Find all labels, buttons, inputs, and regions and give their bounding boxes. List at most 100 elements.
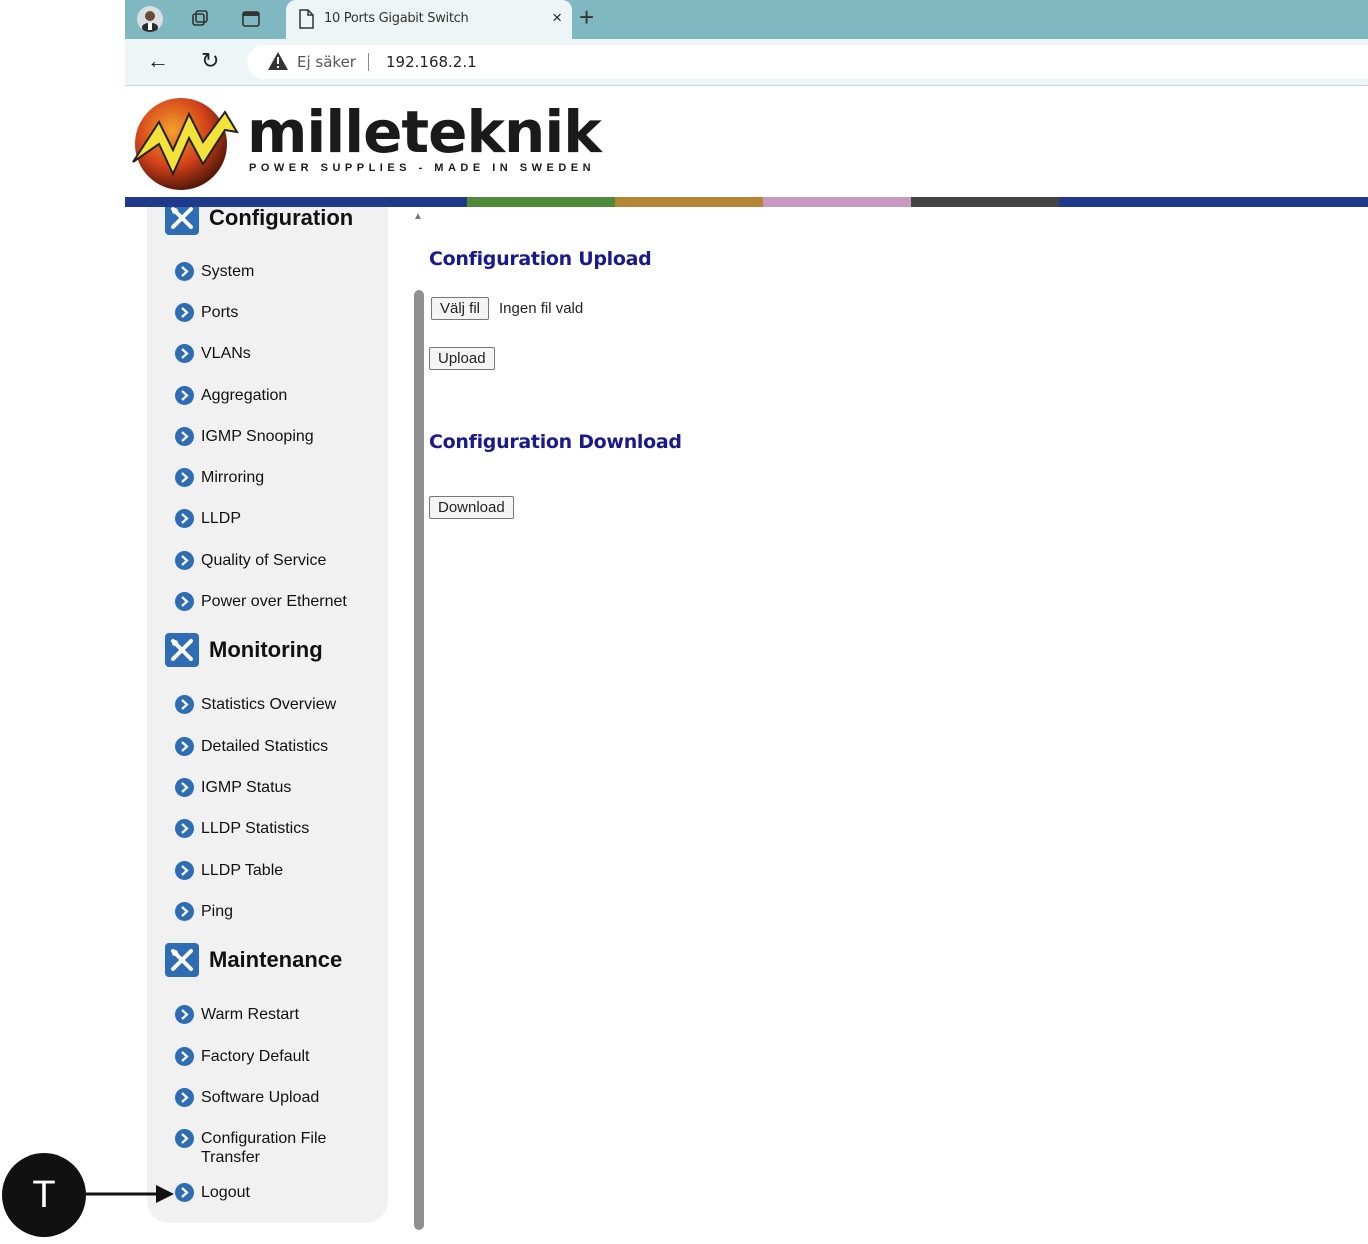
tools-icon xyxy=(165,207,199,235)
chevron-right-icon xyxy=(175,778,194,797)
sidebar-item-label[interactable]: LLDP Table xyxy=(201,861,371,880)
stripe-segment xyxy=(125,197,467,207)
sidebar-item-label[interactable]: Factory Default xyxy=(201,1047,371,1066)
stripe-segment xyxy=(911,197,1059,207)
sidebar-item-system[interactable]: System xyxy=(175,262,371,281)
back-button[interactable]: ← xyxy=(147,48,169,74)
warning-icon[interactable] xyxy=(267,51,289,76)
sidebar-item-label[interactable]: Quality of Service xyxy=(201,551,371,570)
sidebar-item-lldp-statistics[interactable]: LLDP Statistics xyxy=(175,819,371,838)
sidebar-item-ping[interactable]: Ping xyxy=(175,902,371,921)
tab-actions-icon[interactable] xyxy=(238,6,264,32)
address-bar[interactable]: Ej säker 192.168.2.1 xyxy=(247,45,1368,79)
chevron-right-icon xyxy=(175,386,194,405)
sidebar-item-label[interactable]: Statistics Overview xyxy=(201,695,371,714)
sidebar-item-label[interactable]: IGMP Snooping xyxy=(201,427,371,446)
sidebar-item-quality-of-service[interactable]: Quality of Service xyxy=(175,551,371,570)
upload-button[interactable]: Upload xyxy=(429,347,495,370)
stripe-segment xyxy=(1059,197,1368,207)
sidebar-item-igmp-status[interactable]: IGMP Status xyxy=(175,778,371,797)
sidebar-menu: Configuration System Ports VLANs Aggrega… xyxy=(147,207,388,1223)
sidebar-item-lldp[interactable]: LLDP xyxy=(175,509,371,528)
milleteknik-logo-icon xyxy=(129,92,241,197)
close-tab-icon[interactable]: × xyxy=(552,8,562,28)
sidebar-item-detailed-statistics[interactable]: Detailed Statistics xyxy=(175,737,371,756)
stripe-segment xyxy=(467,197,615,207)
sidebar-item-factory-default[interactable]: Factory Default xyxy=(175,1047,371,1066)
chevron-right-icon xyxy=(175,819,194,838)
stripe-segment xyxy=(763,197,911,207)
tools-icon xyxy=(165,943,199,977)
chevron-right-icon xyxy=(175,737,194,756)
section-monitoring[interactable]: Monitoring xyxy=(165,633,323,667)
chevron-right-icon xyxy=(175,1129,194,1148)
tools-icon xyxy=(165,633,199,667)
download-button[interactable]: Download xyxy=(429,496,514,519)
security-label[interactable]: Ej säker xyxy=(297,53,356,71)
sidebar-item-label[interactable]: VLANs xyxy=(201,344,371,363)
url-text[interactable]: 192.168.2.1 xyxy=(386,53,477,71)
chevron-right-icon xyxy=(175,1183,194,1202)
chevron-right-icon xyxy=(175,427,194,446)
chevron-right-icon xyxy=(175,551,194,570)
sidebar-item-aggregation[interactable]: Aggregation xyxy=(175,386,371,405)
sidebar-item-label[interactable]: IGMP Status xyxy=(201,778,371,797)
section-title: Maintenance xyxy=(209,947,343,972)
upload-heading: Configuration Upload xyxy=(429,248,652,270)
workspaces-icon[interactable] xyxy=(187,6,213,32)
chevron-right-icon xyxy=(175,1005,194,1024)
sidebar-item-label[interactable]: Mirroring xyxy=(201,468,371,487)
callout-arrow-icon xyxy=(86,1183,176,1210)
section-maintenance[interactable]: Maintenance xyxy=(165,943,342,977)
sidebar-item-software-upload[interactable]: Software Upload xyxy=(175,1088,371,1107)
chevron-right-icon xyxy=(175,902,194,921)
browser-tabstrip: 10 Ports Gigabit Switch × + xyxy=(125,0,1368,39)
section-configuration[interactable]: Configuration xyxy=(165,207,353,235)
sidebar-item-ports[interactable]: Ports xyxy=(175,303,371,322)
sidebar-item-warm-restart[interactable]: Warm Restart xyxy=(175,1005,371,1024)
sidebar-item-label[interactable]: Ports xyxy=(201,303,371,322)
sidebar-item-mirroring[interactable]: Mirroring xyxy=(175,468,371,487)
sidebar-item-label[interactable]: System xyxy=(201,262,371,281)
sidebar-item-label[interactable]: Aggregation xyxy=(201,386,371,405)
sidebar-item-label[interactable]: Configuration File Transfer xyxy=(201,1129,351,1167)
section-title: Configuration xyxy=(209,207,354,230)
sidebar-item-label[interactable]: Ping xyxy=(201,902,371,921)
download-heading: Configuration Download xyxy=(429,431,682,453)
sidebar-item-label[interactable]: LLDP xyxy=(201,509,371,528)
sidebar-item-statistics-overview[interactable]: Statistics Overview xyxy=(175,695,371,714)
site-header: milleteknik POWER SUPPLIES - MADE IN SWE… xyxy=(125,86,1368,197)
scroll-up-arrow-icon[interactable]: ▲ xyxy=(413,211,423,222)
color-stripe xyxy=(125,197,1368,207)
sidebar-item-igmp-snooping[interactable]: IGMP Snooping xyxy=(175,427,371,446)
section-title: Monitoring xyxy=(209,637,323,662)
chevron-right-icon xyxy=(175,695,194,714)
sidebar-item-logout[interactable]: Logout xyxy=(175,1183,371,1202)
frame-scrollbar[interactable] xyxy=(414,290,424,1230)
chevron-right-icon xyxy=(175,262,194,281)
chevron-right-icon xyxy=(175,1088,194,1107)
sidebar-item-label[interactable]: Software Upload xyxy=(201,1088,371,1107)
reload-button[interactable]: ↻ xyxy=(201,48,219,74)
choose-file-button[interactable]: Välj fil xyxy=(431,297,490,320)
tab-title: 10 Ports Gigabit Switch xyxy=(324,11,469,26)
sidebar-item-lldp-table[interactable]: LLDP Table xyxy=(175,861,371,880)
address-separator xyxy=(368,53,369,71)
no-file-text: Ingen fil vald xyxy=(499,300,584,317)
chevron-right-icon xyxy=(175,468,194,487)
active-tab[interactable]: 10 Ports Gigabit Switch × xyxy=(286,0,572,39)
chevron-right-icon xyxy=(175,861,194,880)
callout-badge: T xyxy=(2,1153,86,1237)
brand-name: milleteknik xyxy=(247,98,602,166)
sidebar-item-label[interactable]: Detailed Statistics xyxy=(201,737,371,756)
sidebar-item-vlans[interactable]: VLANs xyxy=(175,344,371,363)
sidebar-item-label[interactable]: Logout xyxy=(201,1183,371,1202)
chevron-right-icon xyxy=(175,303,194,322)
sidebar-item-power-over-ethernet[interactable]: Power over Ethernet xyxy=(175,592,371,611)
sidebar-item-configuration-file-transfer[interactable]: Configuration File Transfer xyxy=(175,1129,351,1167)
sidebar-item-label[interactable]: LLDP Statistics xyxy=(201,819,371,838)
profile-avatar[interactable] xyxy=(137,6,163,32)
sidebar-item-label[interactable]: Power over Ethernet xyxy=(201,592,371,611)
new-tab-button[interactable]: + xyxy=(579,2,594,33)
sidebar-item-label[interactable]: Warm Restart xyxy=(201,1005,371,1024)
